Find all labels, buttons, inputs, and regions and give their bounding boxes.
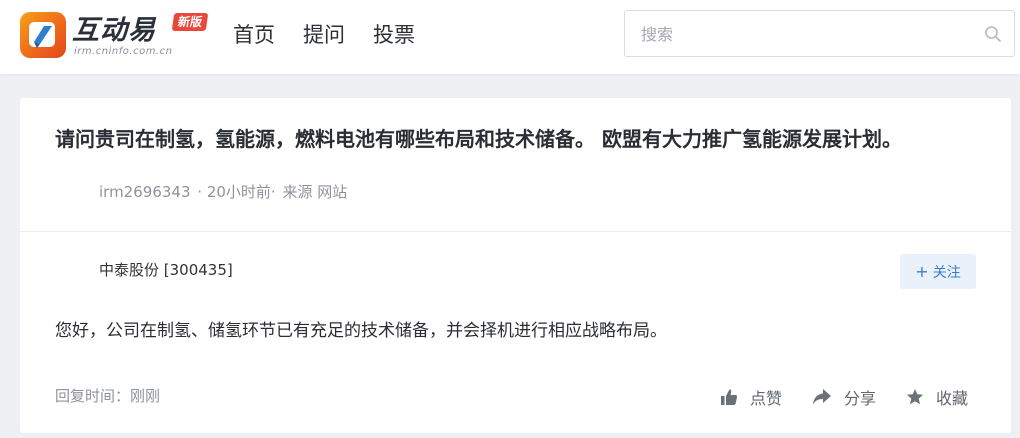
site-logo[interactable]: 互动易 irm.cninfo.com.cn 新版: [20, 12, 215, 58]
nav-home[interactable]: 首页: [233, 20, 275, 50]
share-label: 分享: [844, 389, 877, 408]
logo-name: 互动易: [72, 15, 156, 46]
question-source: 来源 网站: [282, 183, 348, 201]
follow-label: 关注: [932, 265, 961, 281]
question-title: 请问贵司在制氢，氢能源，燃料电池有哪些布局和技术储备。 欧盟有大力推广氢能源发展…: [55, 127, 902, 151]
asker-username[interactable]: irm2696343: [99, 183, 191, 201]
like-label: 点赞: [750, 389, 783, 408]
nav-ask[interactable]: 提问: [303, 20, 345, 50]
nav-vote[interactable]: 投票: [373, 20, 415, 50]
share-button[interactable]: 分享: [812, 385, 876, 409]
reply-time: 回复时间：刚刚: [55, 387, 161, 405]
collect-label: 收藏: [936, 389, 969, 408]
question-meta: irm2696343 · 20小时前· 来源 网站: [99, 181, 349, 203]
company-name[interactable]: 中泰股份 [300435]: [99, 259, 233, 281]
search-box: [624, 10, 1015, 57]
search-icon[interactable]: [984, 25, 1002, 43]
collect-button[interactable]: 收藏: [906, 385, 968, 409]
share-icon: [813, 389, 832, 405]
new-version-badge: 新版: [171, 13, 209, 31]
qa-card: 请问贵司在制氢，氢能源，燃料电池有哪些布局和技术储备。 欧盟有大力推广氢能源发展…: [20, 98, 1011, 433]
top-header: 互动易 irm.cninfo.com.cn 新版 首页 提问 投票: [0, 0, 1020, 74]
star-icon: [907, 389, 924, 405]
divider: [20, 231, 1011, 232]
follow-button[interactable]: + 关注: [900, 254, 976, 289]
like-button[interactable]: 点赞: [720, 385, 782, 409]
answer-text: 您好，公司在制氢、储氢环节已有充足的技术储备，并会择机进行相应战略布局。: [55, 321, 667, 341]
question-time: · 20小时前·: [197, 183, 276, 201]
logo-domain: irm.cninfo.com.cn: [74, 46, 173, 57]
logo-mark-icon: [20, 12, 66, 58]
search-input[interactable]: [641, 23, 971, 45]
plus-icon: +: [915, 262, 929, 281]
action-bar: 点赞 分享 收藏: [720, 385, 968, 409]
main-nav: 首页 提问 投票: [233, 20, 415, 50]
thumbs-up-icon: [721, 389, 738, 405]
